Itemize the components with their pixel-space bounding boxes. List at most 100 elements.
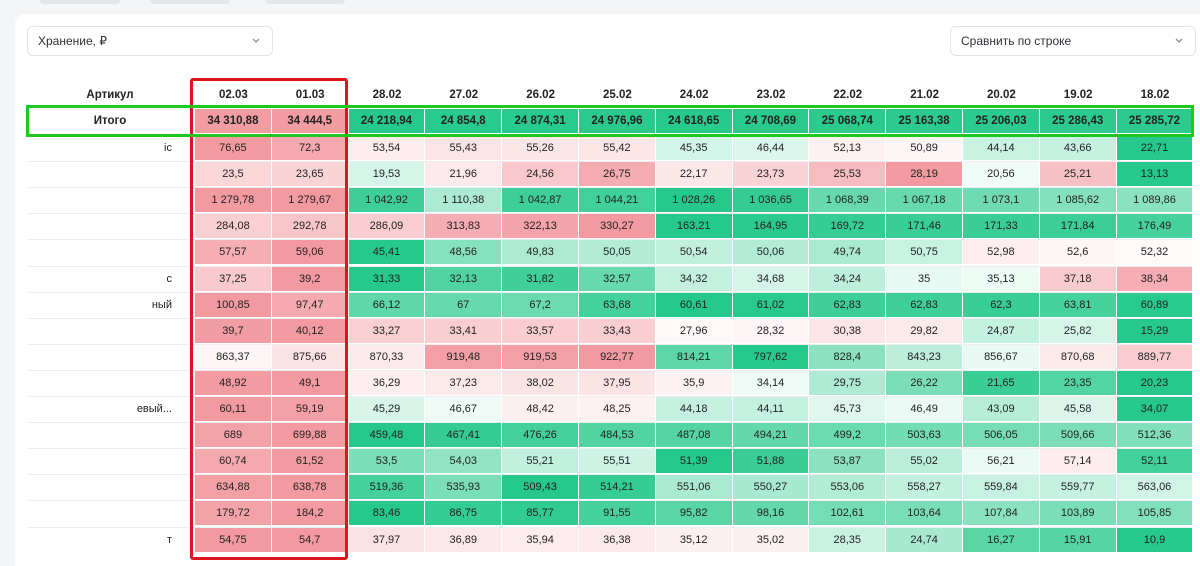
table-cell: 85,77	[502, 501, 578, 526]
table-cell: 35	[886, 266, 962, 291]
table-cell: 35,13	[963, 266, 1039, 291]
row-label: евый...	[136, 403, 172, 415]
chevron-down-icon	[1175, 38, 1183, 43]
table-cell: 535,93	[425, 475, 502, 500]
row-label: ный	[151, 298, 172, 311]
table-cell: 60,61	[655, 292, 732, 317]
table-cell: 843,23	[886, 344, 962, 369]
table-cell: 53,54	[348, 136, 425, 161]
table-cell: 34,24	[809, 266, 886, 291]
table-cell: 169,72	[809, 214, 886, 239]
row-label	[30, 162, 172, 186]
column-header-date[interactable]: 20.02	[963, 84, 1040, 106]
table-cell: 72,3	[271, 136, 348, 161]
table-cell: 44,11	[732, 397, 809, 422]
column-header-date[interactable]: 28.02	[349, 84, 426, 106]
table-cell: 559,77	[1039, 475, 1116, 500]
table-cell: 48,25	[579, 397, 655, 422]
table-cell: 1 042,92	[348, 188, 425, 213]
table-cell: 28,35	[809, 527, 886, 552]
table-cell: 551,06	[655, 475, 732, 500]
table-cell: 870,68	[1039, 344, 1116, 369]
column-header-date[interactable]: 18.02	[1117, 84, 1194, 106]
total-cell: 24 854,8	[425, 109, 502, 133]
table-cell: 512,36	[1116, 423, 1193, 448]
table-cell: 49,83	[502, 240, 578, 265]
table-cell: 863,37	[195, 344, 271, 369]
table-cell: 29,82	[886, 318, 962, 343]
table-cell: 59,19	[271, 397, 348, 422]
column-header-date[interactable]: 24.02	[656, 84, 733, 106]
table-cell: 63,81	[1039, 292, 1116, 317]
table-cell: 919,48	[425, 344, 502, 369]
table-cell: 37,23	[425, 370, 502, 395]
table-cell: 558,27	[886, 475, 962, 500]
column-header-date[interactable]: 25.02	[579, 84, 656, 106]
table-cell: 21,65	[963, 370, 1039, 395]
table-cell: 55,26	[502, 136, 578, 161]
table-cell: 52,32	[1116, 240, 1193, 265]
table-cell: 856,67	[963, 344, 1039, 369]
table-cell: 31,82	[502, 266, 578, 291]
column-header-date[interactable]: 27.02	[425, 84, 502, 106]
table-cell: 103,89	[1039, 501, 1116, 526]
metric-select[interactable]: Хранение, ₽	[27, 26, 273, 56]
table-cell: 35,02	[732, 527, 809, 552]
table-cell: 52,98	[963, 240, 1039, 265]
table-cell: 48,92	[195, 370, 271, 395]
table-cell: 54,7	[271, 527, 348, 552]
table-cell: 83,46	[348, 501, 425, 526]
table-cell: 60,74	[195, 449, 271, 474]
table-cell: 54,75	[195, 527, 271, 552]
column-header-date[interactable]: 21.02	[886, 84, 963, 106]
column-header-date[interactable]: 26.02	[502, 84, 579, 106]
column-header-date[interactable]: 22.02	[809, 84, 886, 106]
compare-select[interactable]: Сравнить по строке	[950, 26, 1196, 56]
table-cell: 26,22	[886, 370, 962, 395]
table-cell: 634,88	[195, 475, 271, 500]
table-cell: 35,94	[502, 527, 578, 552]
column-header-date[interactable]: 23.02	[733, 84, 810, 106]
table-cell: 57,57	[195, 240, 271, 265]
table-cell: 95,82	[655, 501, 732, 526]
column-header-date[interactable]: 02.03	[195, 84, 272, 106]
table-cell: 1 044,21	[579, 188, 655, 213]
table-cell: 43,09	[963, 397, 1039, 422]
table-cell: 55,02	[886, 449, 962, 474]
table-cell: 1 110,38	[425, 188, 502, 213]
table-cell: 35,9	[655, 370, 732, 395]
table-cell: 286,09	[348, 214, 425, 239]
table-cell: 52,13	[809, 136, 886, 161]
total-cell: 24 874,31	[502, 109, 578, 133]
column-header-article: Артикул	[86, 89, 134, 101]
row-label	[30, 423, 172, 447]
top-tab[interactable]	[265, 0, 345, 4]
table-cell: 34,68	[732, 266, 809, 291]
table-cell: 86,75	[425, 501, 502, 526]
table-cell: 22,71	[1116, 136, 1193, 161]
row-label: с	[166, 272, 173, 285]
table-cell: 60,89	[1116, 292, 1193, 317]
top-tab[interactable]	[150, 0, 230, 4]
column-header-date[interactable]: 19.02	[1040, 84, 1117, 106]
table-cell: 313,83	[425, 214, 502, 239]
total-cell: 25 068,74	[809, 109, 886, 133]
table-cell: 76,65	[195, 136, 271, 161]
table-cell: 46,49	[886, 397, 962, 422]
top-tab[interactable]	[40, 0, 120, 4]
table-cell: 494,21	[732, 423, 809, 448]
column-header-date[interactable]: 01.03	[272, 84, 349, 106]
total-cell: 34 310,88	[195, 109, 271, 133]
table-cell: 45,73	[809, 397, 886, 422]
table-cell: 50,75	[886, 240, 962, 265]
table-cell: 62,3	[963, 292, 1039, 317]
table-cell: 24,56	[502, 162, 578, 187]
table-cell: 50,54	[655, 240, 732, 265]
table-cell: 56,21	[963, 449, 1039, 474]
table-cell: 870,33	[348, 344, 425, 369]
table-cell: 33,27	[348, 318, 425, 343]
table-cell: 25,53	[809, 162, 886, 187]
table-cell: 53,5	[348, 449, 425, 474]
total-cell: 24 218,94	[348, 109, 425, 133]
table-cell: 100,85	[195, 292, 271, 317]
